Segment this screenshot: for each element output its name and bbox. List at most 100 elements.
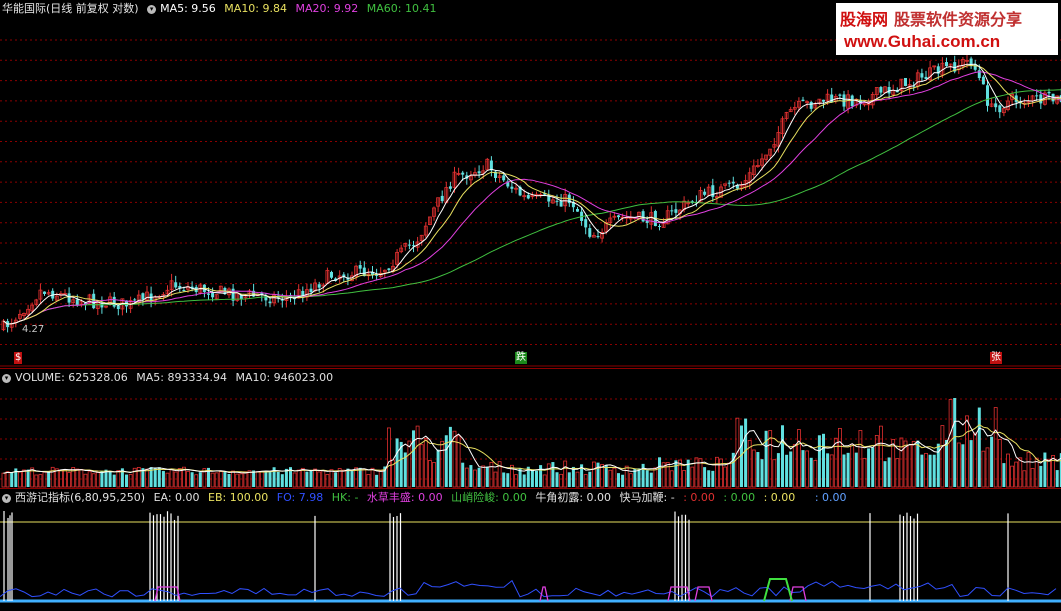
volume-bar: [43, 472, 46, 487]
signal-rise-badge: 张: [990, 352, 1002, 364]
volume-bar: [330, 470, 333, 487]
watermark-url: www.Guhai.com.cn: [836, 30, 1058, 52]
candle-body: [330, 272, 333, 278]
volume-bar: [359, 468, 362, 487]
indicator-chart-canvas[interactable]: [0, 489, 1061, 611]
candle-body: [318, 284, 321, 287]
volume-chart-canvas[interactable]: [0, 369, 1061, 489]
volume-bar: [1002, 463, 1005, 487]
volume-bar: [998, 439, 1001, 487]
volume-bar: [888, 457, 891, 487]
candle-body: [576, 209, 579, 212]
volume-bar: [1015, 462, 1018, 487]
candle-body: [879, 87, 882, 93]
indicator-chart-pane[interactable]: ▾西游记指标(6,80,95,250) EA: 0.00 EB: 100.00 …: [0, 488, 1061, 611]
volume-bar: [838, 428, 841, 487]
volume-bar: [953, 398, 956, 487]
volume-bar: [346, 469, 349, 487]
volume-bar: [96, 472, 99, 487]
price-chart-pane[interactable]: 华能国际(日线 前复权 对数) ▾MA5: 9.56 MA10: 9.84 MA…: [0, 0, 1061, 368]
candle-body: [502, 175, 505, 180]
candle-body: [510, 187, 513, 189]
volume-bar: [535, 471, 538, 487]
low-price-marker: 4.27: [22, 324, 44, 335]
volume-bar: [847, 453, 850, 487]
candle-body: [113, 297, 116, 307]
volume-bar: [966, 416, 969, 487]
volume-bar: [605, 465, 608, 487]
signal-drop-badge: 跌: [515, 352, 527, 364]
candle-body: [998, 105, 1001, 112]
candle-body: [527, 195, 530, 198]
volume-bar: [990, 437, 993, 487]
volume-chart-pane[interactable]: ▾VOLUME: 625328.06 MA5: 893334.94 MA10: …: [0, 368, 1061, 489]
candle-body: [174, 282, 177, 287]
volume-bar: [986, 448, 989, 487]
volume-bar: [490, 462, 493, 487]
volume-bar: [1056, 470, 1059, 487]
volume-bar: [814, 460, 817, 487]
candle-body: [461, 173, 464, 175]
volume-bar: [334, 472, 337, 487]
candle-body: [597, 236, 600, 237]
menu-dot-icon[interactable]: ▾: [2, 494, 11, 503]
volume-bar: [642, 464, 645, 487]
candle-body: [617, 215, 620, 217]
volume-bar: [211, 473, 214, 487]
volume-bar: [543, 475, 546, 487]
volume-bar: [1011, 466, 1014, 487]
volume-bar: [531, 469, 534, 487]
candle-body: [945, 62, 948, 66]
volume-bar: [818, 435, 821, 487]
volume-bar: [27, 470, 30, 487]
volume-bar: [597, 463, 600, 487]
volume-bar: [802, 450, 805, 487]
eb-value: EB: 100.00: [208, 491, 268, 504]
volume-bar: [564, 461, 567, 487]
candle-body: [387, 268, 390, 270]
price-chart-canvas[interactable]: [0, 0, 1061, 368]
volume-bar: [941, 426, 944, 487]
volume-bar: [351, 470, 354, 487]
extra-1-value: : 0.00: [683, 491, 715, 504]
volume-bar: [441, 441, 444, 487]
volume-bar: [502, 472, 505, 487]
volume-bar: [236, 474, 239, 487]
shuicao-hump: [540, 587, 548, 601]
volume-bar: [18, 472, 21, 487]
volume-bar: [843, 454, 846, 487]
candle-body: [810, 102, 813, 109]
volume-ma10-line: [4, 425, 1061, 474]
volume-bar: [285, 469, 288, 487]
volume-bar: [146, 469, 149, 487]
volume-bar: [539, 465, 542, 487]
volume-bar: [978, 408, 981, 487]
volume-bar: [1035, 458, 1038, 487]
volume-bar: [195, 475, 198, 487]
volume-bar: [970, 440, 973, 487]
volume-bar: [703, 467, 706, 487]
extra-3-value: : 0.00: [764, 491, 796, 504]
volume-bar: [556, 472, 559, 487]
extra-4-value: : 0.00: [815, 491, 847, 504]
volume-bar: [47, 471, 50, 487]
volume-bar: [654, 468, 657, 487]
volume-bar: [592, 462, 595, 487]
menu-dot-icon[interactable]: ▾: [147, 5, 156, 14]
indicator-name: 西游记指标(6,80,95,250): [15, 491, 145, 504]
volume-bar: [84, 474, 87, 487]
candle-body: [1048, 92, 1051, 93]
volume-bar: [810, 458, 813, 487]
volume-bar: [494, 472, 497, 487]
ma20-value: MA20: 9.92: [296, 2, 359, 15]
shanluan-value: 山峭险峻: 0.00: [451, 491, 527, 504]
volume-bar: [416, 426, 419, 487]
volume-bar: [900, 438, 903, 487]
volume-bar: [761, 459, 764, 487]
candle-body: [588, 228, 591, 237]
volume-bar: [1043, 453, 1046, 487]
volume-bar: [100, 471, 103, 487]
volume-ma5-value: MA5: 893334.94: [136, 371, 227, 384]
volume-ma10-value: MA10: 946023.00: [235, 371, 333, 384]
menu-dot-icon[interactable]: ▾: [2, 374, 11, 383]
